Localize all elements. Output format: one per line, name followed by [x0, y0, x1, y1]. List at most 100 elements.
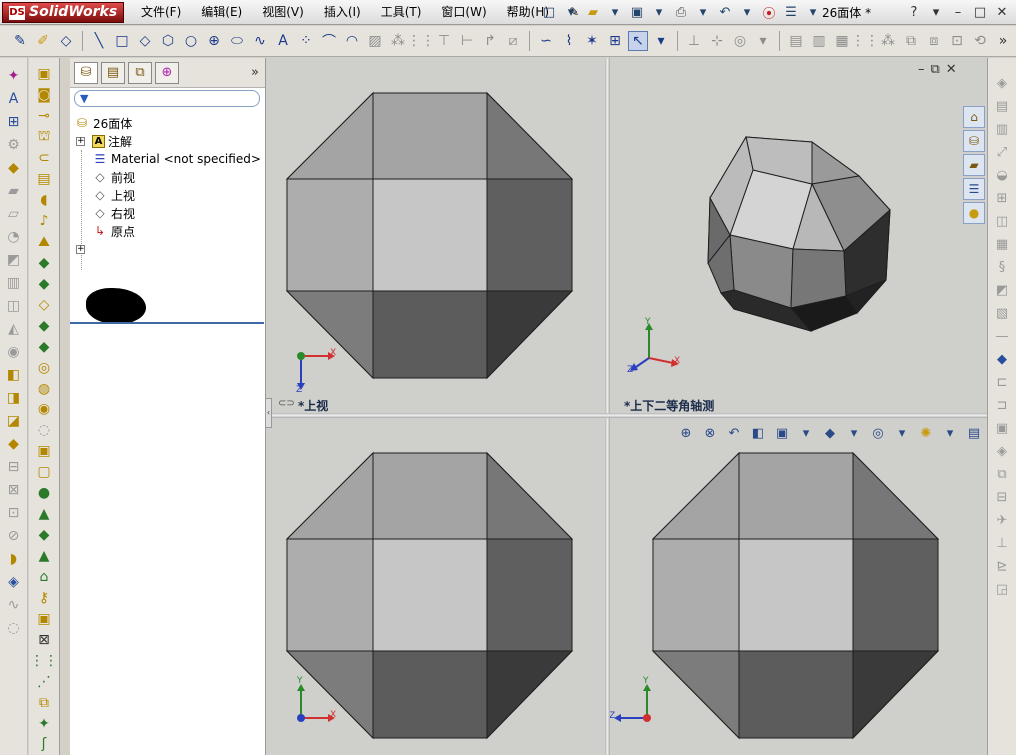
- dropdown-arrow-icon[interactable]: ▾: [694, 3, 712, 21]
- sketched-bend-icon[interactable]: ⊟: [992, 486, 1012, 509]
- restore-icon[interactable]: □: [970, 3, 990, 21]
- rectangle-icon[interactable]: □: [112, 31, 132, 51]
- rebuild-icon[interactable]: ⦿: [760, 3, 778, 22]
- ruled-surface-icon[interactable]: ◩: [992, 279, 1012, 302]
- text-icon[interactable]: A: [273, 31, 293, 51]
- file-explorer-icon[interactable]: ▰: [963, 154, 985, 176]
- helix-icon[interactable]: ʃ: [34, 734, 54, 755]
- tooling-split-icon[interactable]: ◒: [992, 164, 1012, 187]
- graphics-area[interactable]: X Z Y X Z Y X Y Z ‹ ⊂⊃ *上视 *上下二等角轴测 – ⧉ …: [265, 58, 1001, 755]
- design-library-icon[interactable]: ⛁: [963, 130, 985, 152]
- dropdown-arrow-icon[interactable]: ▾: [753, 31, 773, 51]
- indent-icon[interactable]: ▲: [34, 546, 54, 567]
- appearances-icon[interactable]: ●: [963, 202, 985, 224]
- intersect-icon[interactable]: ⚷: [34, 587, 54, 608]
- dimension-icon[interactable]: ◇: [56, 31, 76, 51]
- revolve-boss-icon[interactable]: ◙: [34, 85, 54, 106]
- circular-pattern-icon[interactable]: ⋰: [34, 671, 54, 692]
- smart-dimension-icon[interactable]: ✐: [33, 31, 53, 51]
- solid-icon[interactable]: ◆: [4, 432, 24, 455]
- filter-input[interactable]: [74, 90, 260, 107]
- surface-icon[interactable]: ◨: [4, 386, 24, 409]
- miter-flange-icon[interactable]: ▣: [992, 417, 1012, 440]
- rollback-bar[interactable]: [70, 322, 264, 324]
- instant3d-icon[interactable]: ◗: [4, 547, 24, 570]
- annotation-icon[interactable]: A: [4, 87, 24, 110]
- shell-feature-icon[interactable]: ◇: [34, 294, 54, 315]
- sheet-metal-icon[interactable]: ◆: [992, 348, 1012, 371]
- belt-icon[interactable]: ⁂: [878, 31, 898, 51]
- copy-icon[interactable]: ⧈: [924, 31, 944, 51]
- close-icon[interactable]: ✕: [992, 3, 1012, 21]
- hole-wizard-icon[interactable]: ◍: [34, 378, 54, 399]
- tolerance-icon[interactable]: ⊞: [4, 110, 24, 133]
- curve-icon[interactable]: ∽: [536, 31, 556, 51]
- tree-item-front-plane[interactable]: ◇ 前视: [70, 168, 265, 186]
- rotate-icon[interactable]: ⟲: [970, 31, 990, 51]
- block-icon[interactable]: ▤: [786, 31, 806, 51]
- new-document-icon[interactable]: □: [540, 3, 558, 21]
- dome-icon[interactable]: ◎: [34, 357, 54, 378]
- scale-icon[interactable]: ⊡: [947, 31, 967, 51]
- toolbar-overflow-icon[interactable]: »: [993, 31, 1013, 51]
- flatten-icon[interactable]: ◲: [992, 578, 1012, 601]
- sketch-plane-icon[interactable]: ✦: [4, 64, 24, 87]
- minimize-icon[interactable]: –: [948, 3, 968, 21]
- arc-icon[interactable]: ⌒: [319, 31, 339, 51]
- configuration-manager-tab-icon[interactable]: ⧉: [128, 61, 152, 84]
- fix-icon[interactable]: ⊹: [707, 31, 727, 51]
- cross-break-icon[interactable]: ✈: [992, 509, 1012, 532]
- dropdown-arrow-icon[interactable]: ▾: [844, 424, 864, 442]
- tree-root[interactable]: ⛁ 26面体: [70, 114, 265, 132]
- grid-icon[interactable]: ⊞: [605, 31, 625, 51]
- cosmetic-thread-icon[interactable]: ◉: [34, 399, 54, 420]
- ellipse-icon[interactable]: ⬭: [227, 31, 247, 51]
- trim-icon[interactable]: ⊤: [434, 31, 454, 51]
- loft-icon[interactable]: ⛫: [34, 127, 54, 148]
- dropdown-arrow-icon[interactable]: ▾: [651, 31, 671, 51]
- hidden-icon[interactable]: ◌: [34, 420, 54, 441]
- extend-icon[interactable]: ⊢: [457, 31, 477, 51]
- dropdown-arrow-icon[interactable]: ▾: [562, 3, 580, 21]
- wrap-icon[interactable]: ◆: [34, 336, 54, 357]
- spline-icon[interactable]: ∿: [250, 31, 270, 51]
- zoom-to-fit-icon[interactable]: ⊕: [676, 424, 696, 442]
- extrude-boss-icon[interactable]: ▣: [34, 64, 54, 85]
- split-icon[interactable]: ⊟: [4, 455, 24, 478]
- hem-icon[interactable]: ◈: [992, 440, 1012, 463]
- undo-icon[interactable]: ↶: [716, 3, 734, 21]
- tangent-arc-icon[interactable]: ◠: [342, 31, 362, 51]
- viewport-restore-icon[interactable]: ⧉: [931, 62, 940, 77]
- sweep-icon[interactable]: ⊸: [34, 106, 54, 127]
- dropdown-arrow-icon[interactable]: ▾: [650, 3, 668, 21]
- tree-item-origin[interactable]: ↳ 原点: [70, 222, 265, 240]
- expand-icon[interactable]: +: [76, 136, 85, 146]
- mold-tools-icon[interactable]: ◈: [992, 72, 1012, 95]
- core-icon[interactable]: ⊞: [992, 187, 1012, 210]
- dropdown-arrow-icon[interactable]: ▾: [892, 424, 912, 442]
- jog-icon[interactable]: ⧉: [992, 463, 1012, 486]
- base-flange-icon[interactable]: ⊏: [992, 371, 1012, 394]
- reference-icon[interactable]: ◌: [4, 616, 24, 639]
- draft-icon[interactable]: ◭: [4, 317, 24, 340]
- tree-item-material[interactable]: ☰ Material <not specified>: [70, 150, 265, 168]
- expand-icon[interactable]: +: [76, 244, 85, 254]
- circle-icon[interactable]: ○: [181, 31, 201, 51]
- sweep-cut-icon[interactable]: ♪: [34, 211, 54, 232]
- rib-icon[interactable]: ▥: [4, 271, 24, 294]
- combine-icon[interactable]: ⊠: [4, 478, 24, 501]
- delete-face-icon[interactable]: ▢: [34, 462, 54, 483]
- offset-icon[interactable]: ↱: [480, 31, 500, 51]
- parallelogram-icon[interactable]: ◇: [135, 31, 155, 51]
- cavity-icon[interactable]: ▧: [992, 302, 1012, 325]
- perimeter-circle-icon[interactable]: ⊕: [204, 31, 224, 51]
- viewport-close-icon[interactable]: ✕: [946, 62, 957, 77]
- flex-icon[interactable]: ▲: [34, 504, 54, 525]
- fold-icon[interactable]: ⊵: [992, 555, 1012, 578]
- options-icon[interactable]: ☰: [782, 3, 800, 21]
- section-view-icon[interactable]: ◈: [4, 570, 24, 593]
- polygon-icon[interactable]: ⬡: [158, 31, 178, 51]
- view-settings-icon[interactable]: ▤: [964, 424, 984, 442]
- chamfer-icon[interactable]: ◩: [4, 248, 24, 271]
- display-icon[interactable]: ◎: [730, 31, 750, 51]
